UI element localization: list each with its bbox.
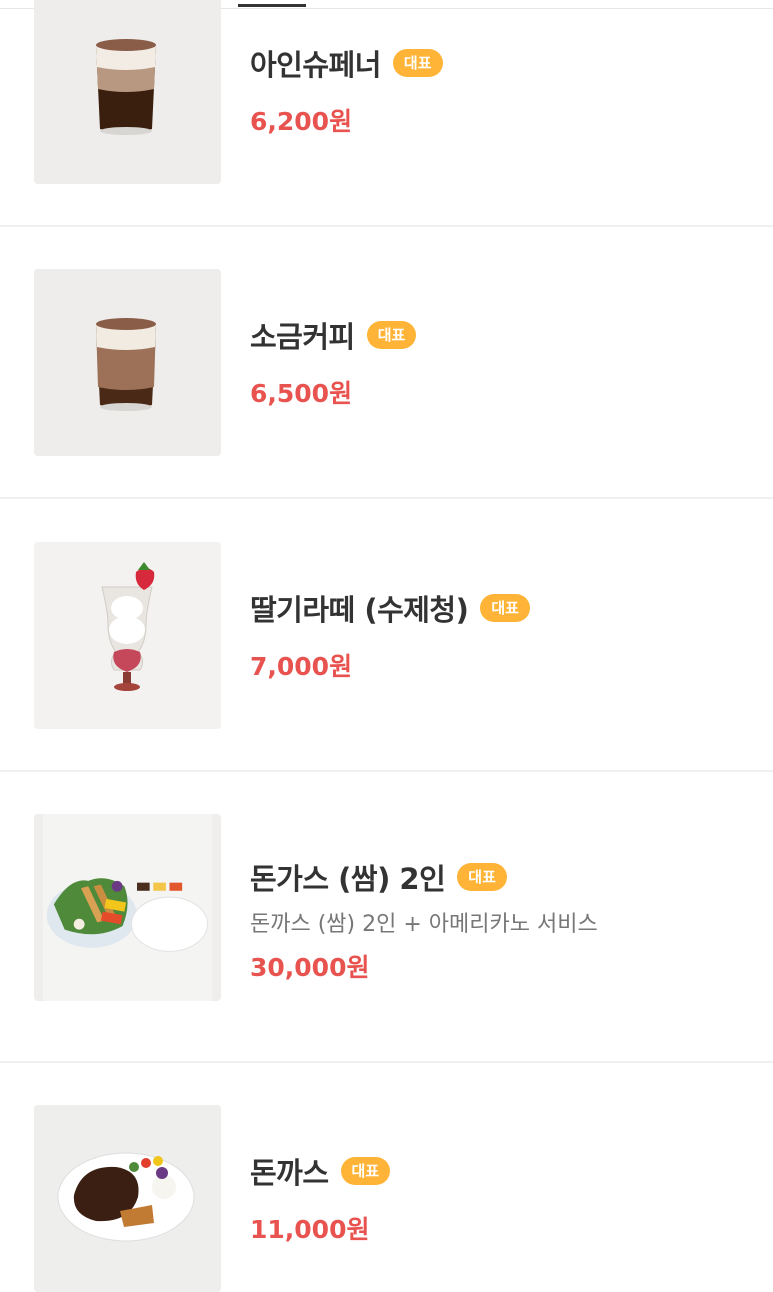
item-name: 딸기라떼 (수제청) <box>250 593 469 627</box>
signature-badge: 대표 <box>340 1157 391 1185</box>
item-name: 소금커피 <box>250 320 355 354</box>
active-tab-indicator <box>238 4 306 7</box>
item-price: 6,200원 <box>250 107 353 136</box>
item-price: 7,000원 <box>250 652 353 681</box>
item-name: 돈가스 (쌈) 2인 <box>250 862 446 896</box>
signature-badge: 대표 <box>392 49 443 77</box>
signature-badge: 대표 <box>366 321 417 349</box>
item-price: 11,000원 <box>250 1215 370 1244</box>
item-divider <box>0 1061 773 1063</box>
item-price: 6,500원 <box>250 379 353 408</box>
signature-badge: 대표 <box>457 863 507 891</box>
item-name: 돈까스 <box>250 1156 329 1190</box>
coffee-cup-image <box>34 0 221 184</box>
strawberry-latte-image <box>34 542 221 729</box>
item-divider <box>0 770 773 772</box>
item-description: 돈까스 (쌈) 2인 + 아메리카노 서비스 <box>250 912 598 937</box>
item-divider <box>0 225 773 227</box>
item-name: 아인슈페너 <box>250 48 381 82</box>
item-divider <box>0 497 773 499</box>
signature-badge: 대표 <box>480 594 530 622</box>
tonkatsu-platter-image <box>34 814 221 1001</box>
coffee-cup-image <box>34 269 221 456</box>
item-price: 30,000원 <box>250 953 370 982</box>
tonkatsu-plate-image <box>34 1105 221 1292</box>
